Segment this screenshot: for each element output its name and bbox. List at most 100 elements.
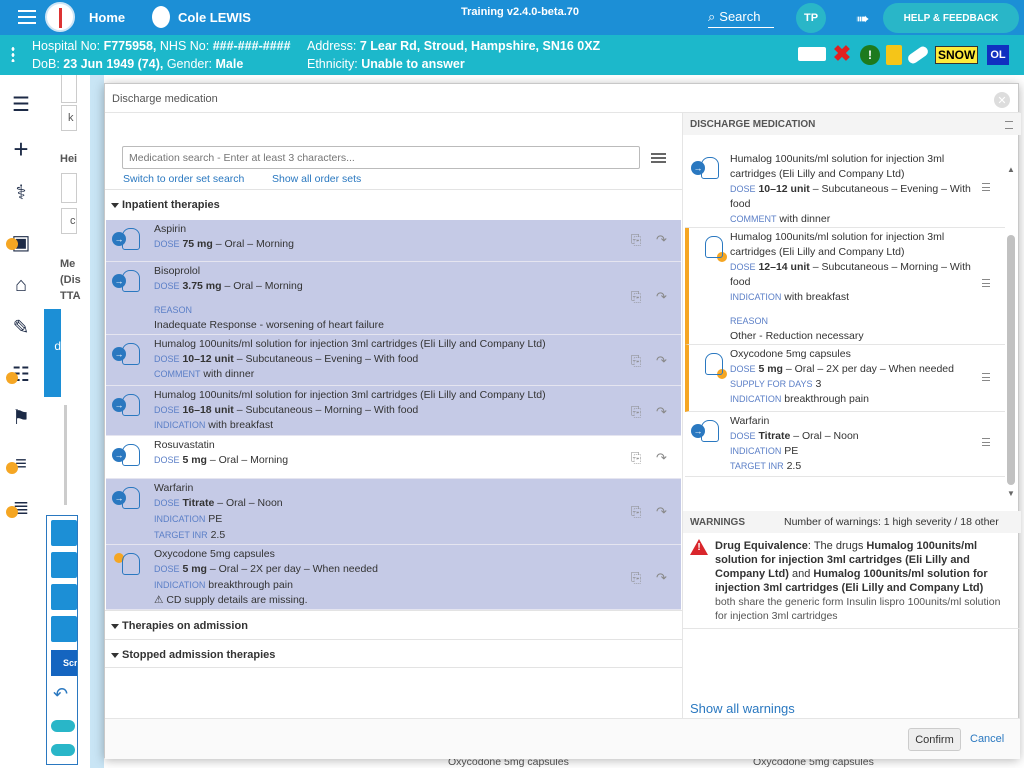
lock-icon (6, 462, 18, 474)
therapy-row[interactable]: → Humalog 100units/ml solution for injec… (106, 335, 681, 386)
indication-value: with breakfast (208, 419, 274, 431)
syringe-icon (695, 236, 727, 262)
therapy-row[interactable]: → Humalog 100units/ml solution for injec… (106, 386, 681, 436)
item-menu-icon[interactable] (982, 183, 990, 191)
list-icon[interactable]: ☰ (9, 92, 33, 116)
cancel-link[interactable]: Cancel (970, 733, 1004, 745)
transfer-icon[interactable]: ↷ (656, 570, 674, 585)
scroll-down-icon[interactable]: ▼ (1007, 489, 1015, 498)
close-icon[interactable]: ✕ (994, 92, 1010, 108)
prescribe-icon[interactable]: ⎘ (631, 289, 649, 304)
therapy-row[interactable]: Oxycodone 5mg capsules DOSE 5 mg – Oral … (106, 545, 681, 610)
switch-order-set-link[interactable]: Switch to order set search (123, 173, 244, 185)
discharge-item[interactable]: → Humalog 100units/ml solution for injec… (685, 149, 1005, 228)
show-order-sets-link[interactable]: Show all order sets (272, 173, 361, 185)
transfer-icon[interactable]: ↷ (656, 450, 674, 465)
discharge-medication-dialog: Discharge medication ✕ Switch to order s… (104, 83, 1021, 759)
discharge-item[interactable]: Humalog 100units/ml solution for injecti… (685, 228, 1005, 345)
scroll-up-icon[interactable]: ▲ (1007, 165, 1015, 174)
add-icon[interactable]: + (9, 134, 33, 164)
snow-badge[interactable]: SNOW (935, 46, 979, 64)
item-menu-icon[interactable] (982, 438, 990, 446)
user-avatar[interactable]: TP (796, 3, 826, 33)
indication-line: INDICATION breakthrough pain (154, 579, 293, 591)
help-feedback-button[interactable]: HELP & FEEDBACK (883, 3, 1019, 33)
section-stopped-therapies[interactable]: Stopped admission therapies (105, 639, 682, 668)
edit-document-icon[interactable]: ✎ (9, 315, 33, 339)
transfer-icon[interactable]: ↷ (656, 353, 674, 368)
bed-icon[interactable] (798, 47, 826, 61)
hospital-no: F775958, (103, 39, 157, 53)
nhs-no: ###-###-#### (212, 39, 291, 53)
bg-button-3[interactable] (51, 584, 77, 610)
toggle-2[interactable] (51, 744, 75, 756)
comment-label: COMMENT (154, 369, 201, 379)
search-button[interactable]: ⌕ Search (708, 6, 774, 28)
discharge-menu-icon[interactable] (1005, 121, 1013, 129)
therapy-row[interactable]: → Aspirin DOSE 75 mg – Oral – Morning ⎘ … (106, 220, 681, 262)
logout-icon[interactable]: ➠ (856, 9, 869, 29)
section-therapies-on-admission[interactable]: Therapies on admission (105, 610, 682, 639)
syringe-icon: → (112, 394, 142, 418)
bg-side-tab[interactable]: d (44, 309, 61, 397)
medication-search-input[interactable] (122, 146, 640, 169)
transfer-icon[interactable]: ↷ (656, 504, 674, 519)
more-icon[interactable] (11, 46, 15, 62)
therapy-row[interactable]: → Bisoprolol DOSE 3.75 mg – Oral – Morni… (106, 262, 681, 335)
discharge-item-text: Humalog 100units/ml solution for injecti… (730, 230, 975, 344)
prescribe-icon[interactable]: ⎘ (631, 504, 649, 519)
bg-scr-button[interactable]: Scr (51, 650, 77, 676)
therapy-row[interactable]: → Rosuvastatin DOSE 5 mg – Oral – Mornin… (106, 436, 681, 479)
gender-label: Gender: (166, 57, 212, 71)
dose-line: DOSE Titrate – Oral – Noon (154, 497, 283, 509)
app-logo[interactable] (45, 2, 75, 32)
dose-value: 75 mg (182, 238, 213, 250)
bg-button-1[interactable] (51, 520, 77, 546)
bg-button-2[interactable] (51, 552, 77, 578)
toggle-1[interactable] (51, 720, 75, 732)
patient-banner: Hospital No: F775958, NHS No: ###-###-##… (0, 35, 1024, 75)
hamburger-icon[interactable] (651, 153, 666, 163)
bg-button-4[interactable] (51, 616, 77, 642)
indication-line: INDICATION PE (730, 444, 975, 459)
item-menu-icon[interactable] (982, 373, 990, 381)
therapy-row[interactable]: → Warfarin DOSE Titrate – Oral – Noon IN… (106, 479, 681, 545)
home-care-icon[interactable]: ⌂ (9, 273, 33, 297)
confirm-button[interactable]: Confirm (908, 728, 961, 751)
transfer-icon[interactable]: ↷ (656, 232, 674, 247)
discharge-item[interactable]: Oxycodone 5mg capsules DOSE 5 mg – Oral … (685, 345, 1005, 412)
transfer-icon[interactable]: ↷ (656, 404, 674, 419)
bg-divider (64, 405, 67, 505)
dose-label: DOSE (154, 281, 180, 291)
home-link[interactable]: Home (89, 10, 125, 25)
cross-alert-icon[interactable]: ✖ (833, 41, 851, 66)
show-all-warnings-link[interactable]: Show all warnings (690, 701, 795, 716)
ol-badge[interactable]: OL (987, 45, 1009, 65)
prescribe-icon[interactable]: ⎘ (631, 450, 649, 465)
menu-icon[interactable] (18, 10, 36, 24)
scrollbar-thumb[interactable] (1007, 235, 1015, 485)
clipboard-icon[interactable] (886, 45, 902, 65)
undo-icon[interactable]: ↶ (53, 684, 68, 705)
pill-icon[interactable] (906, 44, 930, 66)
prescribe-icon[interactable]: ⎘ (631, 353, 649, 368)
section-inpatient-therapies[interactable]: Inpatient therapies (105, 189, 682, 218)
prescribe-icon[interactable]: ⎘ (631, 404, 649, 419)
item-menu-icon[interactable] (982, 279, 990, 287)
dose-line: DOSE Titrate – Oral – Noon (730, 429, 975, 444)
prescribe-icon[interactable]: ⎘ (631, 570, 649, 585)
discharge-icon[interactable]: ⚑ (9, 405, 33, 429)
discharge-item[interactable]: → Warfarin DOSE Titrate – Oral – Noon IN… (685, 412, 1005, 477)
cd-warning-line: ⚠ CD supply details are missing. (154, 594, 308, 606)
stethoscope-icon[interactable]: ⚕ (9, 180, 33, 204)
dose-detail: – Oral – 2X per day – When needed (782, 363, 954, 375)
alert-exclamation-icon[interactable]: ! (860, 45, 880, 65)
transfer-icon[interactable]: ↷ (656, 289, 674, 304)
warnings-header: WARNINGS Number of warnings: 1 high seve… (683, 511, 1021, 533)
discharge-header-label: DISCHARGE MEDICATION (690, 119, 816, 130)
warning-item[interactable]: ! Drug Equivalence: The drugs Humalog 10… (683, 533, 1021, 629)
prescribe-icon[interactable]: ⎘ (631, 232, 649, 247)
dob-label: DoB: (32, 57, 60, 71)
patient-name[interactable]: Cole LEWIS (178, 10, 251, 25)
discharge-scrollbar[interactable]: ▲ ▼ (1007, 165, 1015, 498)
